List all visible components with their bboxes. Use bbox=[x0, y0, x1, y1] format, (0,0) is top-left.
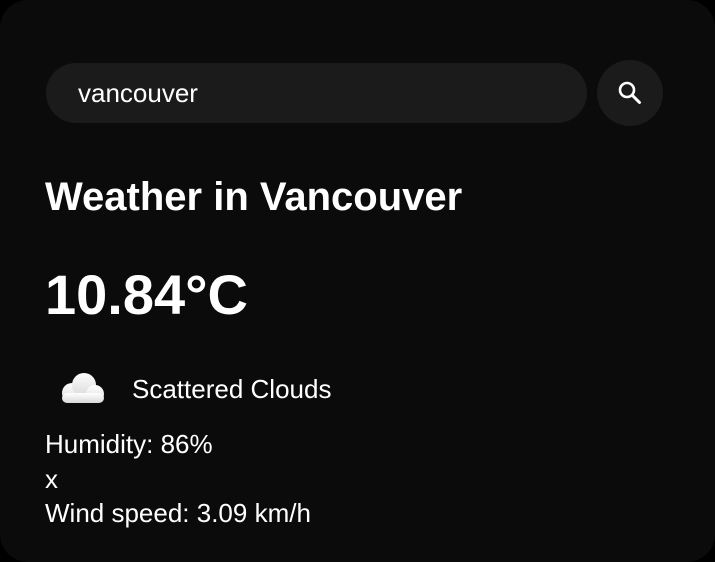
search-icon bbox=[617, 80, 643, 106]
stray-text: x bbox=[45, 464, 58, 494]
condition-row: Scattered Clouds bbox=[56, 366, 331, 412]
condition-text: Scattered Clouds bbox=[132, 374, 332, 404]
search-input[interactable] bbox=[46, 63, 587, 123]
search-bar bbox=[46, 60, 666, 126]
wind-speed-text: Wind speed: 3.09 km/h bbox=[45, 498, 311, 528]
page-title: Weather in Vancouver bbox=[45, 175, 463, 219]
cloud-icon bbox=[62, 373, 104, 403]
temperature-value: 10.84°C bbox=[45, 263, 248, 326]
weather-card: Weather in Vancouver 10.84°C Scattered C… bbox=[0, 0, 715, 562]
humidity-text: Humidity: 86% bbox=[45, 429, 213, 459]
search-button[interactable] bbox=[597, 60, 663, 126]
